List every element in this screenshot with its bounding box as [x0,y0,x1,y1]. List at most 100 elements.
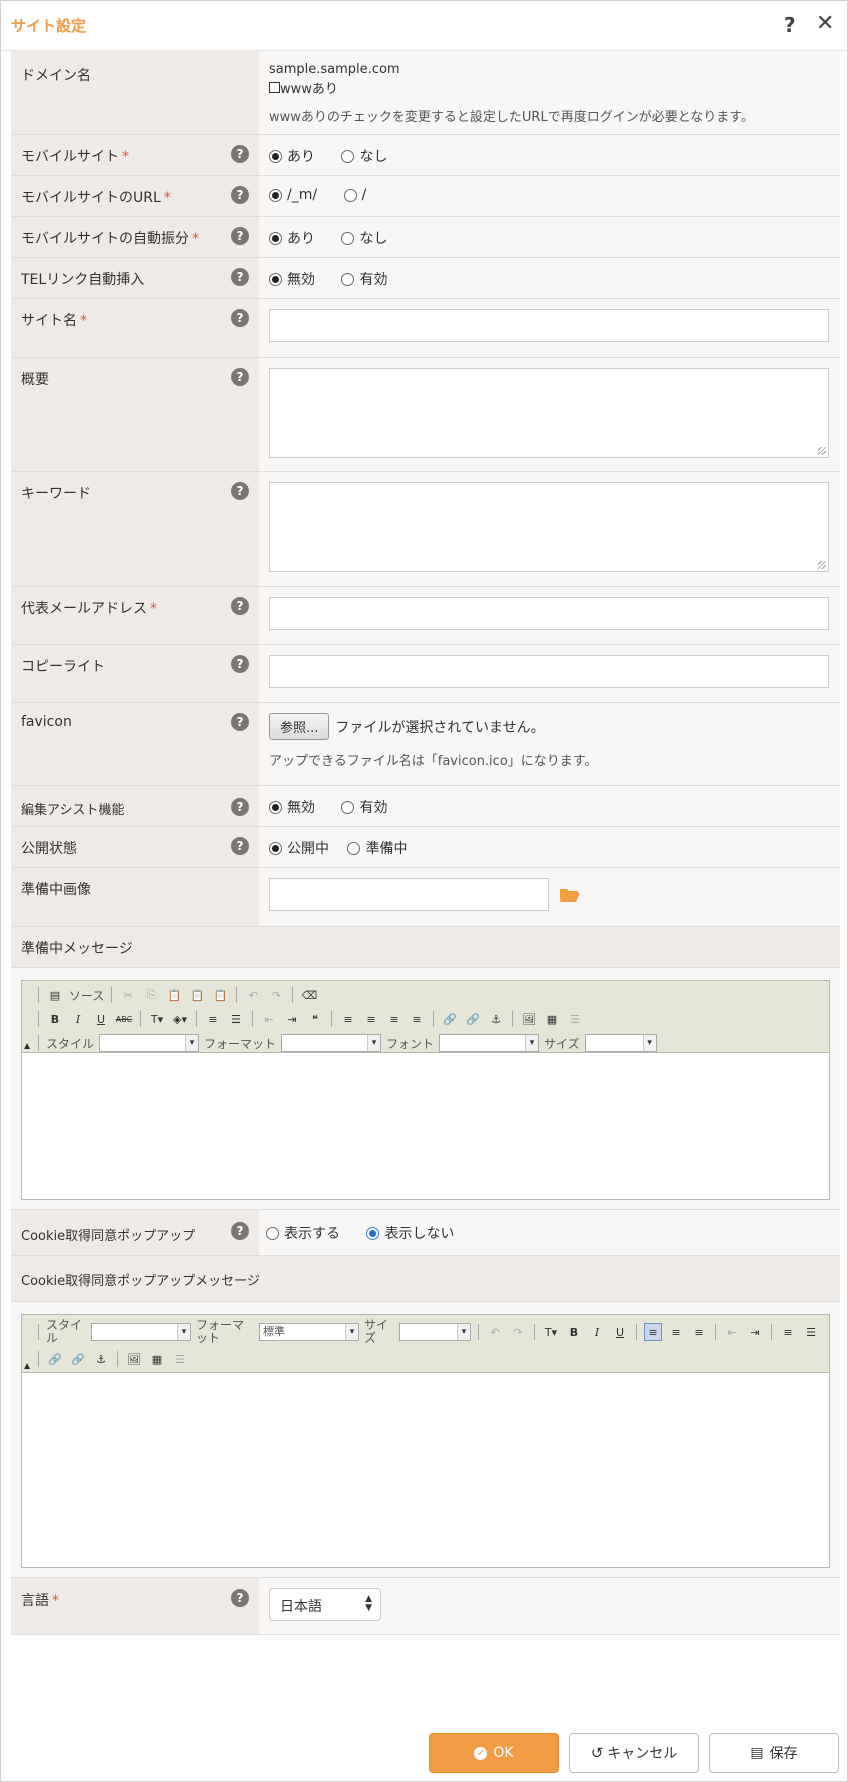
paste-text-icon[interactable]: 📋 [188,986,206,1004]
mobile-site-radio-yes[interactable]: あり [269,146,315,166]
keywords-textarea[interactable] [269,482,829,572]
radio-icon[interactable] [341,800,355,814]
paste-word-icon[interactable]: 📋 [211,986,229,1004]
redo-icon[interactable]: ↷ [509,1323,527,1341]
radio-icon[interactable] [269,272,282,286]
unlink-icon[interactable]: 🔗 [464,1010,482,1028]
underline-icon[interactable]: U [611,1323,629,1341]
copy-icon[interactable]: ⎘ [142,986,160,1004]
cut-icon[interactable]: ✂ [119,986,137,1004]
style-combo[interactable] [91,1323,191,1341]
save-button[interactable]: ▤ 保存 [709,1733,839,1773]
help-icon[interactable]: ? [231,482,249,500]
source-label[interactable]: ソース [69,987,104,1004]
prep-image-input[interactable] [269,878,549,911]
site-name-input[interactable] [269,309,829,342]
bold-icon[interactable]: B [565,1323,583,1341]
outdent-icon[interactable]: ⇤ [723,1323,741,1341]
mobile-redirect-radio-no[interactable]: なし [341,228,387,248]
table-icon[interactable]: ▦ [543,1010,561,1028]
size-combo[interactable] [399,1323,471,1341]
help-icon[interactable]: ? [231,798,249,816]
redo-icon[interactable]: ↷ [267,986,285,1004]
help-icon[interactable]: ? [231,1589,249,1607]
bold-icon[interactable]: B [46,1010,64,1028]
format-combo[interactable] [281,1034,382,1052]
tel-link-radio-off[interactable]: 無効 [269,269,315,289]
text-color-icon[interactable]: T▾ [542,1323,560,1341]
underline-icon[interactable]: U [92,1010,110,1028]
radio-icon[interactable] [269,231,282,245]
radio-icon[interactable] [341,149,355,163]
strike-icon[interactable]: ABC [115,1010,133,1028]
anchor-icon[interactable]: ⚓ [487,1010,505,1028]
cookie-radio-show[interactable]: 表示する [266,1223,340,1243]
mobile-url-radio-m[interactable]: /_m/ [269,187,317,203]
align-justify-icon[interactable]: ≡ [408,1010,426,1028]
help-icon[interactable]: ? [231,309,249,327]
anchor-icon[interactable]: ⚓ [92,1350,110,1368]
link-icon[interactable]: 🔗 [46,1350,64,1368]
align-left-icon[interactable]: ≡ [644,1323,662,1341]
style-combo[interactable] [99,1034,200,1052]
www-checkbox-wrap[interactable]: wwwあり [269,78,830,97]
text-color-icon[interactable]: T▾ [148,1010,166,1028]
outdent-icon[interactable]: ⇤ [260,1010,278,1028]
image-icon[interactable]: 🖼 [520,1010,538,1028]
help-icon[interactable]: ? [231,145,249,163]
help-icon[interactable]: ? [231,1222,249,1240]
undo-icon[interactable]: ↶ [486,1323,504,1341]
help-icon[interactable]: ? [231,368,249,386]
bullet-list-icon[interactable]: ☰ [802,1323,820,1341]
cookie-message-content[interactable] [22,1373,829,1567]
align-center-icon[interactable]: ≡ [362,1010,380,1028]
help-icon[interactable]: ? [231,837,249,855]
unlink-icon[interactable]: 🔗 [69,1350,87,1368]
font-combo[interactable] [439,1034,540,1052]
radio-icon[interactable] [266,1226,279,1240]
eraser-icon[interactable]: ⌫ [300,986,318,1004]
indent-icon[interactable]: ⇥ [283,1010,301,1028]
radio-icon[interactable] [366,1226,380,1240]
email-input[interactable] [269,597,829,630]
radio-icon[interactable] [341,231,355,245]
help-icon[interactable]: ? [231,227,249,245]
publish-radio-preparing[interactable]: 準備中 [347,838,407,858]
radio-icon[interactable] [347,841,361,855]
size-combo[interactable] [584,1034,657,1052]
help-icon[interactable]: ? [231,655,249,673]
undo-icon[interactable]: ↶ [244,986,262,1004]
edit-assist-radio-off[interactable]: 無効 [269,797,315,817]
link-icon[interactable]: 🔗 [441,1010,459,1028]
radio-icon[interactable] [269,841,282,855]
www-checkbox[interactable] [269,82,280,93]
bullet-list-icon[interactable]: ☰ [227,1010,245,1028]
copyright-input[interactable] [269,655,829,688]
indent-icon[interactable]: ⇥ [746,1323,764,1341]
align-left-icon[interactable]: ≡ [339,1010,357,1028]
italic-icon[interactable]: I [69,1010,87,1028]
align-center-icon[interactable]: ≡ [667,1323,685,1341]
numbered-list-icon[interactable]: ≡ [779,1323,797,1341]
source-icon[interactable]: ▤ [46,986,64,1004]
language-select[interactable]: 日本語 ▲ ▼ [269,1588,381,1621]
radio-icon[interactable] [269,149,282,163]
mobile-site-radio-no[interactable]: なし [341,146,387,166]
browse-button[interactable]: 参照... [269,713,330,740]
help-icon[interactable]: ? [231,597,249,615]
hr-icon[interactable]: ☰ [566,1010,584,1028]
paste-icon[interactable]: 📋 [165,986,183,1004]
collapse-toolbar-icon[interactable]: ▲ [24,1041,30,1050]
bg-color-icon[interactable]: ◈▾ [171,1010,189,1028]
mobile-redirect-radio-yes[interactable]: あり [269,228,315,248]
radio-icon[interactable] [343,188,357,202]
format-combo[interactable]: 標準 [259,1323,359,1341]
help-icon[interactable]: ? [784,13,796,37]
help-icon[interactable]: ? [231,186,249,204]
edit-assist-radio-on[interactable]: 有効 [341,797,387,817]
table-icon[interactable]: ▦ [148,1350,166,1368]
cookie-radio-hide[interactable]: 表示しない [366,1223,454,1243]
radio-icon[interactable] [269,188,282,202]
image-icon[interactable]: 🖼 [125,1350,143,1368]
hr-icon[interactable]: ☰ [171,1350,189,1368]
